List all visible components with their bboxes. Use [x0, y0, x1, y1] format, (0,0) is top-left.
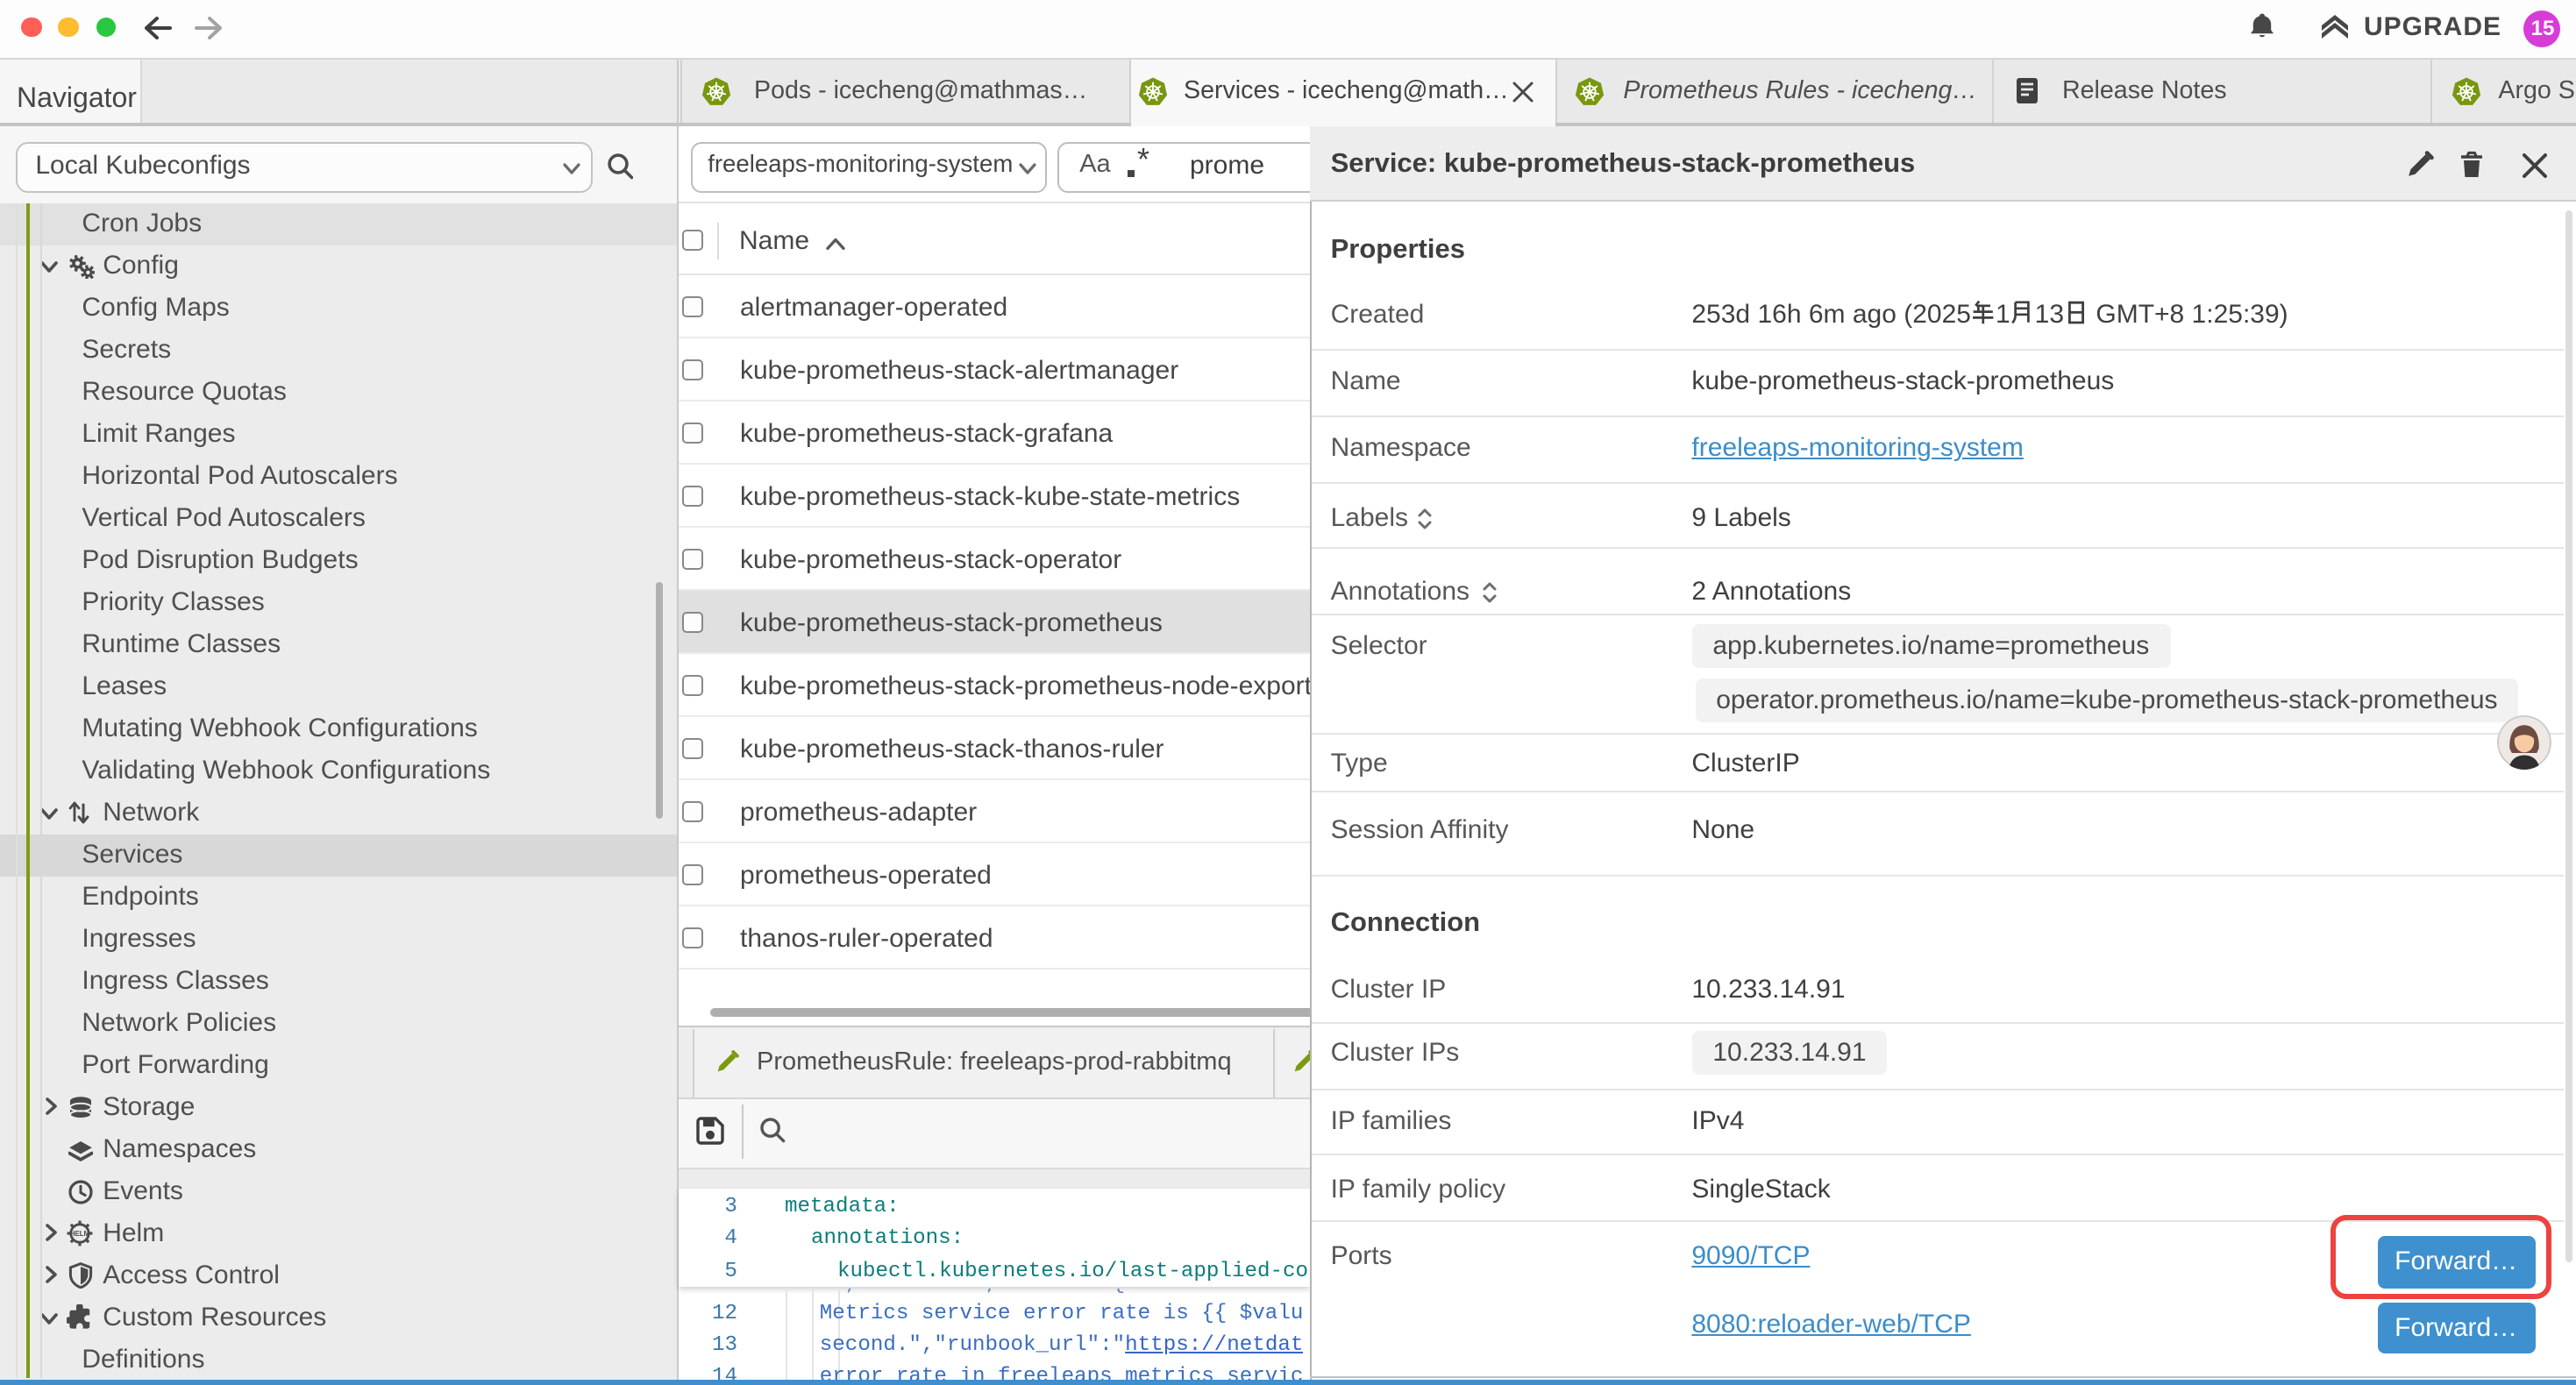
svg-text:HELM: HELM [70, 1231, 89, 1239]
